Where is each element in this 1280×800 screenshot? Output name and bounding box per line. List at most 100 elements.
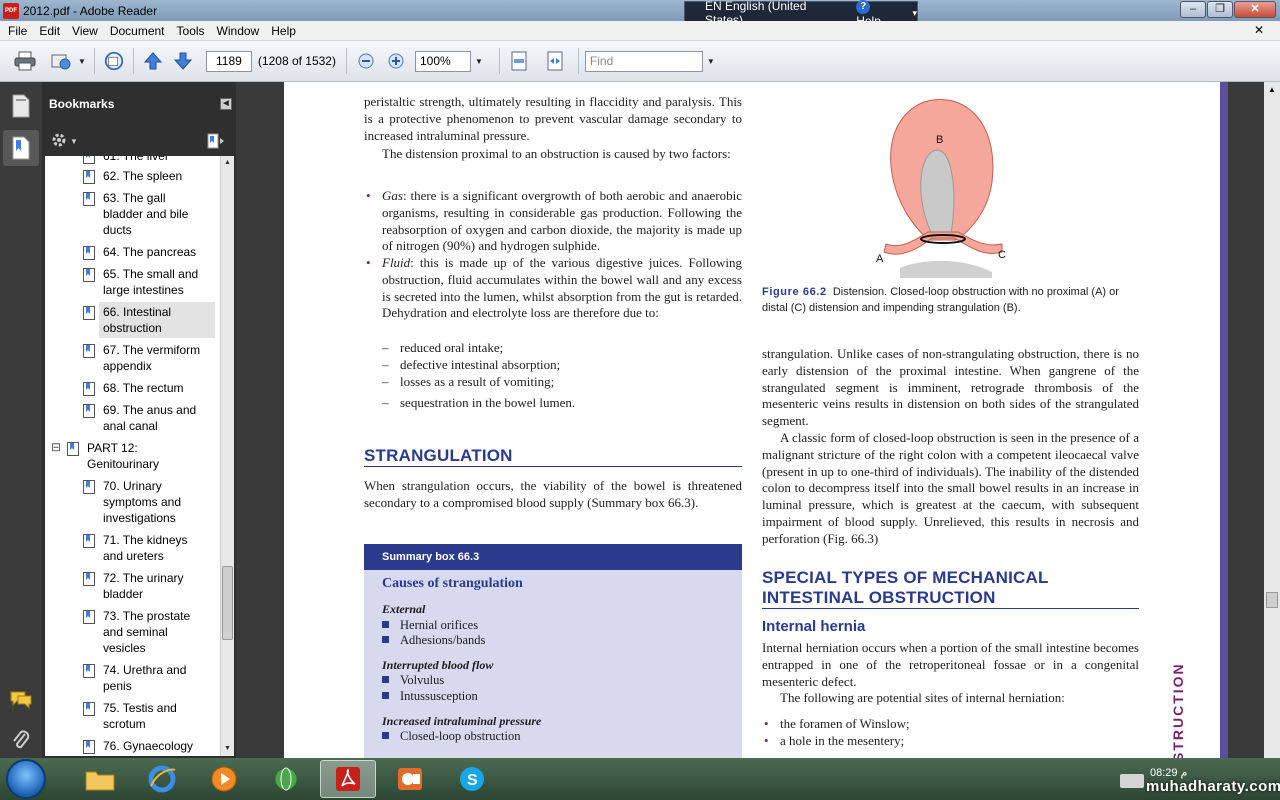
bookmark-icon	[83, 610, 95, 624]
scroll-up-icon[interactable]: ▲	[221, 156, 234, 170]
page-number-input[interactable]: 1189	[205, 50, 252, 72]
list-item: • the foramen of Winslow;	[764, 716, 1140, 733]
bookmark-label: 70. Urinary	[103, 479, 162, 493]
bookmarks-title: Bookmarks	[49, 97, 115, 111]
fit-page-icon[interactable]	[508, 50, 530, 72]
bookmark-label: 61. The liver	[103, 156, 169, 163]
bookmark-label: 71. The kidneys	[103, 533, 188, 547]
bookmarks-scrollbar[interactable]: ▲ ▼	[220, 156, 234, 756]
restore-button[interactable]: ❐	[1207, 1, 1233, 18]
figure-caption: Figure 66.2 Distension. Closed-loop obst…	[762, 284, 1139, 316]
menu-file[interactable]: File	[2, 24, 33, 38]
dash-text: defective intestinal absorption;	[400, 357, 561, 372]
bookmark-icon	[83, 534, 95, 548]
fit-width-icon[interactable]	[544, 50, 566, 72]
attachments-icon[interactable]	[3, 722, 39, 758]
adobe-reader-icon: PDF	[3, 2, 19, 19]
menu-tools[interactable]: Tools	[171, 24, 211, 38]
language-bar-options-icon[interactable]: ▾	[912, 8, 917, 19]
bookmark-icon	[83, 702, 95, 716]
bookmarks-panel-button[interactable]	[3, 130, 39, 166]
summary-box-subtitle: Causes of strangulation	[382, 576, 523, 591]
figure-label-c: C	[998, 249, 1006, 261]
options-gear-icon[interactable]	[50, 131, 68, 152]
collapse-tree-icon[interactable]: ⊟	[51, 440, 61, 454]
toolbar-separator	[93, 48, 95, 74]
bookmark-label: large intestines	[103, 283, 184, 297]
toolbar: ▼ 1189 (1208 of 1532) 100% ▼ Find ▼	[0, 41, 1280, 82]
options-dropdown-icon[interactable]: ▼	[70, 137, 78, 146]
expand-bookmark-icon[interactable]	[206, 132, 226, 153]
list-item: • a hole in the mesentery;	[764, 733, 1140, 750]
term-fluid: Fluid	[382, 255, 411, 270]
document-scrollbar[interactable]: ▲	[1264, 82, 1280, 758]
tray-icons[interactable]	[1120, 774, 1144, 788]
network-globe-taskbar-icon[interactable]	[258, 760, 314, 798]
email-print-icon[interactable]	[50, 50, 72, 72]
chevron-down-icon[interactable]: ▼	[78, 57, 86, 66]
bookmark-label: bladder	[103, 587, 144, 601]
print-icon[interactable]	[14, 50, 36, 72]
bullet-fluid: • Fluid: this is made up of the various d…	[366, 255, 742, 322]
bookmark-label: 76. Gynaecology	[103, 739, 194, 753]
internet-explorer-taskbar-icon[interactable]	[134, 760, 190, 798]
find-input[interactable]: Find	[584, 50, 703, 72]
zoom-dropdown-icon[interactable]: ▼	[475, 57, 483, 66]
explorer-taskbar-icon[interactable]	[72, 760, 128, 798]
dash-item: – losses as a result of vomiting;	[382, 374, 555, 389]
bookmark-icon	[83, 480, 95, 494]
summary-item: Hernial orifices	[382, 618, 478, 633]
zoom-level-input[interactable]: 100%	[414, 50, 471, 72]
zoom-in-icon[interactable]	[385, 50, 407, 72]
document-view[interactable]: peristaltic strength, ultimately resulti…	[236, 82, 1264, 758]
powerpoint-taskbar-icon[interactable]	[382, 760, 438, 798]
scrollbar-thumb[interactable]	[1266, 592, 1278, 608]
menu-document[interactable]: Document	[104, 24, 171, 38]
pages-panel-button[interactable]	[3, 88, 39, 124]
figure-label-a: A	[876, 253, 884, 265]
bookmark-icon	[83, 192, 95, 206]
find-dropdown-icon[interactable]: ▼	[707, 57, 715, 66]
scroll-down-icon[interactable]: ▼	[221, 742, 234, 756]
menu-edit[interactable]: Edit	[33, 24, 66, 38]
menu-window[interactable]: Window	[211, 24, 266, 38]
paragraph: The distension proximal to an obstructio…	[382, 146, 731, 161]
comments-icon[interactable]	[3, 682, 39, 718]
start-button[interactable]	[6, 759, 46, 799]
bookmark-label: symptoms and	[103, 495, 182, 509]
previous-page-icon[interactable]	[142, 50, 164, 72]
section-heading: STRANGULATION	[364, 446, 742, 467]
bookmark-icon	[83, 572, 95, 586]
bullet-text: the foramen of Winslow;	[780, 716, 910, 731]
skype-taskbar-icon[interactable]: S	[444, 760, 500, 798]
bookmarks-panel: Bookmarks ◀ ▼ 61. The liver 62. The sple…	[42, 82, 236, 758]
close-button[interactable]: ✕	[1234, 1, 1276, 18]
toolbar-separator	[132, 48, 134, 74]
bookmark-label: penis	[103, 679, 132, 693]
menu-view[interactable]: View	[66, 24, 104, 38]
next-page-icon[interactable]	[172, 50, 194, 72]
bookmark-icon	[83, 740, 95, 754]
term-gas: Gas	[382, 188, 403, 203]
figure-caption-label: Figure 66.2	[762, 286, 827, 298]
media-player-taskbar-icon[interactable]	[196, 760, 252, 798]
adobe-reader-taskbar-icon[interactable]	[320, 760, 376, 798]
zoom-out-icon[interactable]	[355, 50, 377, 72]
minimize-button[interactable]: –	[1180, 1, 1206, 18]
bookmark-icon	[83, 268, 95, 282]
document-close-icon[interactable]: ✕	[1248, 23, 1270, 37]
paragraph: A classic form of closed-loop obstructio…	[762, 430, 1139, 546]
menu-help[interactable]: Help	[265, 24, 302, 38]
bookmark-label: appendix	[103, 359, 152, 373]
section-heading: SPECIAL TYPES OF MECHANICAL INTESTINAL O…	[762, 568, 1139, 609]
scroll-up-icon[interactable]: ▲	[1264, 82, 1280, 98]
bookmark-label: and seminal	[103, 625, 168, 639]
bookmark-label: scrotum	[103, 717, 146, 731]
collapse-panel-button[interactable]: ◀	[220, 98, 232, 110]
collaborate-icon[interactable]	[103, 50, 125, 72]
bullet-gas: • Gas: there is a significant overgrowth …	[366, 188, 742, 255]
bookmark-label: vesicles	[103, 641, 146, 655]
bookmark-label: 64. The pancreas	[103, 245, 197, 259]
scrollbar-thumb[interactable]	[222, 566, 233, 640]
bookmark-icon	[83, 382, 95, 396]
